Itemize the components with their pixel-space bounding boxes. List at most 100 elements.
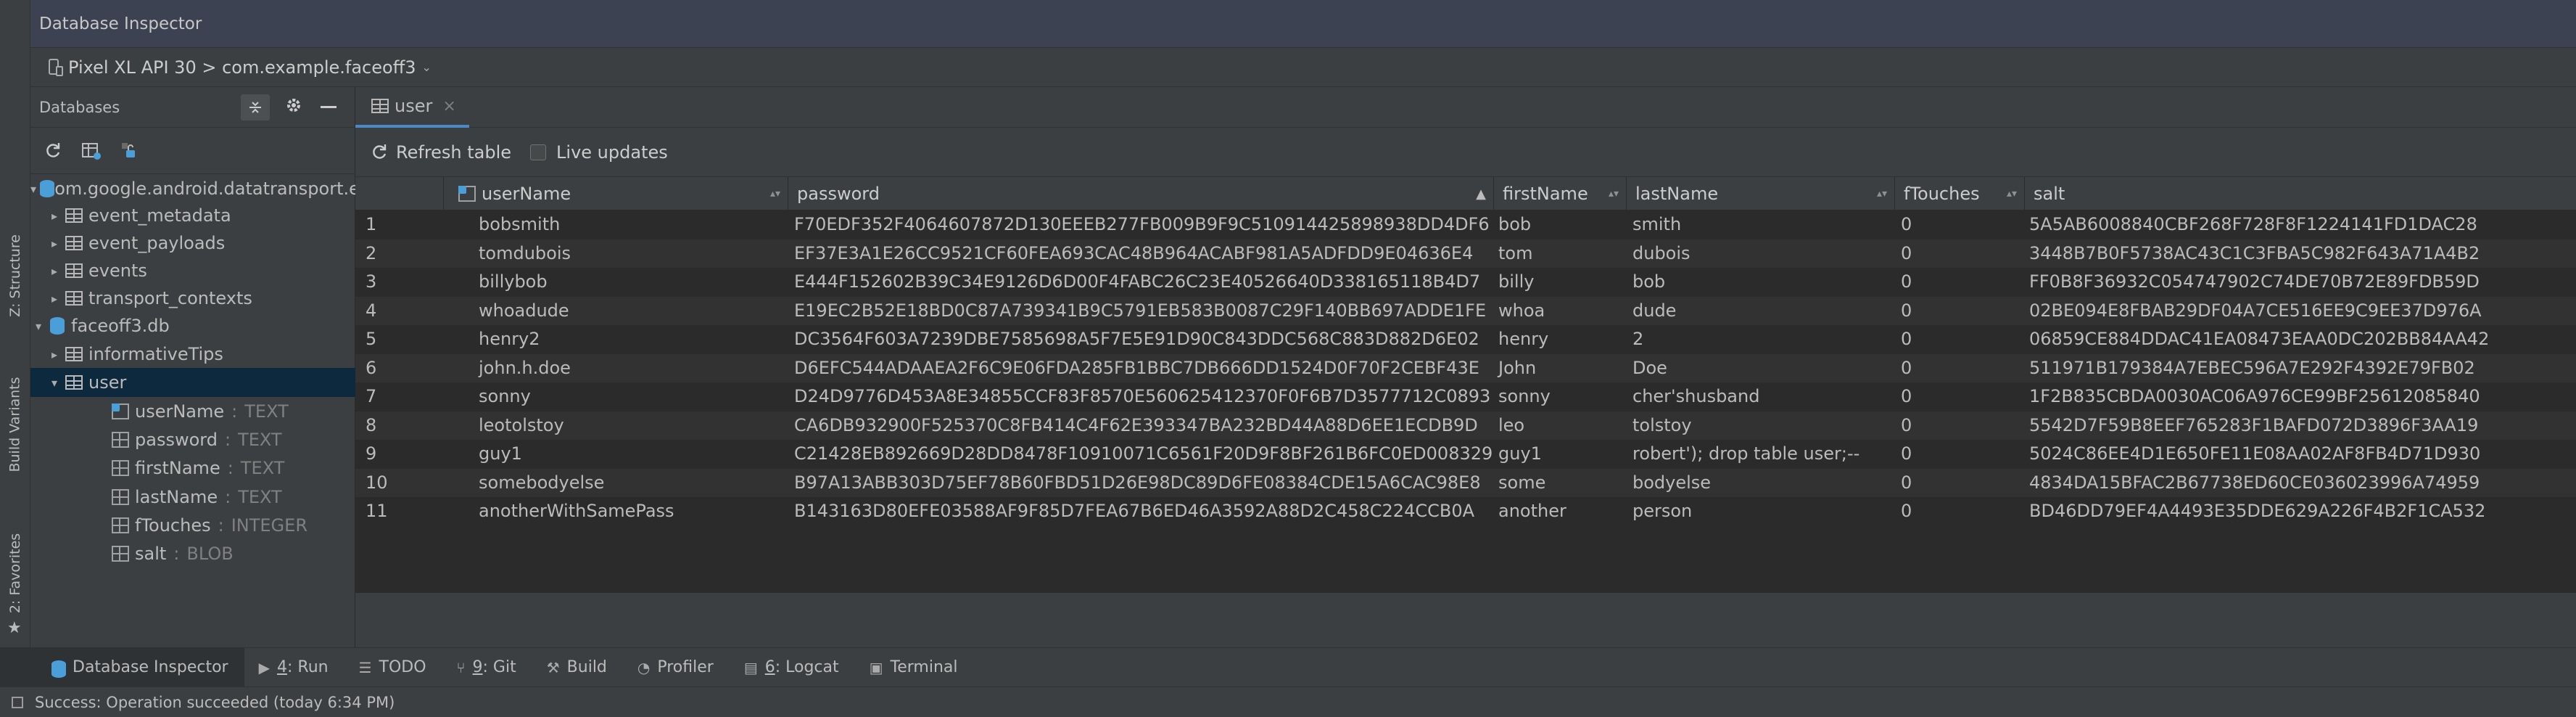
live-updates-checkbox[interactable] [530, 144, 547, 160]
table-row[interactable]: 9 guy1 C21428EB892669D28DD8478F10910071C65… [355, 440, 2576, 469]
password-cell[interactable]: E444F152602B39C34E9126D6D00F4FABC26C23E4… [788, 268, 1494, 297]
username-cell[interactable]: billybob [444, 268, 788, 297]
tree-table-informativetips[interactable]: ▸ informativeTips [30, 340, 355, 369]
ftouches-cell[interactable]: 0 [1895, 297, 2025, 326]
salt-cell[interactable]: 5A5AB6008840CBF268F728F8F1224141FD1DAC28 [2025, 210, 2576, 239]
table-row[interactable]: 11 anotherWithSamePass B143163D80EFE03588A… [355, 497, 2576, 526]
row-number-cell[interactable]: 3 [355, 268, 444, 297]
lastname-cell[interactable]: dude [1627, 297, 1895, 326]
ftouches-cell[interactable]: 0 [1895, 210, 2025, 239]
row-number-cell[interactable]: 9 [355, 440, 444, 469]
gear-button[interactable] [284, 96, 303, 118]
row-number-cell[interactable]: 11 [355, 497, 444, 526]
tab-user[interactable]: user × [355, 87, 469, 128]
firstname-cell[interactable]: John [1494, 354, 1627, 383]
structure-tool-tab[interactable]: Z: Structure [0, 218, 30, 334]
firstname-cell[interactable]: bob [1494, 210, 1627, 239]
refresh-table-button[interactable]: Refresh table [370, 142, 511, 163]
lastname-cell[interactable]: smith [1627, 210, 1895, 239]
firstname-cell[interactable]: whoa [1494, 297, 1627, 326]
tool-tab-terminal[interactable]: ▣ Terminal [855, 648, 974, 687]
tool-tab-run[interactable]: ▶ 4: Run [244, 648, 344, 687]
salt-cell[interactable]: 1F2B835CBDA0030AC06A976CE99BF25612085840 [2025, 382, 2576, 411]
username-cell[interactable]: whoadude [444, 297, 788, 326]
build-variants-tool-tab[interactable]: Build Variants [0, 363, 30, 486]
salt-cell[interactable]: 5024C86EE4D1E650FE11E08AA02AF8FB4D71D930 [2025, 440, 2576, 469]
salt-cell[interactable]: 02BE094E8FBAB29DF04A7CE516EE9C9EE37D976A [2025, 297, 2576, 326]
firstname-cell[interactable]: guy1 [1494, 440, 1627, 469]
minimize-icon[interactable] [321, 106, 337, 108]
sort-icon[interactable]: ▴▾ [1609, 188, 1619, 200]
row-number-cell[interactable]: 1 [355, 210, 444, 239]
password-cell[interactable]: F70EDF352F4064607872D130EEEB277FB009B9F9… [788, 210, 1494, 239]
column-header-salt[interactable]: salt [2025, 177, 2576, 210]
tool-tab-logcat[interactable]: ▤ 6: Logcat [730, 648, 855, 687]
tree-column-password[interactable]: password: TEXT [30, 425, 355, 454]
column-header-firstname[interactable]: firstName ▴▾ [1494, 177, 1627, 210]
username-cell[interactable]: leotolstoy [444, 411, 788, 441]
sort-icon[interactable]: ▴▾ [1877, 188, 1887, 200]
tree-column-salt[interactable]: salt: BLOB [30, 539, 355, 568]
tool-tab-git[interactable]: ⑂ 9: Git [442, 648, 532, 687]
row-number-cell[interactable]: 4 [355, 297, 444, 326]
password-cell[interactable]: CA6DB932900F525370C8FB414C4F62E393347BA2… [788, 411, 1494, 441]
column-header-ftouches[interactable]: fTouches ▴▾ [1895, 177, 2025, 210]
tool-tab-todo[interactable]: ☰ TODO [344, 648, 442, 687]
close-icon[interactable]: × [442, 97, 455, 115]
username-cell[interactable]: guy1 [444, 440, 788, 469]
password-cell[interactable]: B97A13ABB303D75EF78B60FBD51D26E98DC89D6F… [788, 469, 1494, 498]
salt-cell[interactable]: 06859CE884DDAC41EA08473EAA0DC202BB84AA42 [2025, 325, 2576, 354]
row-number-cell[interactable]: 5 [355, 325, 444, 354]
username-cell[interactable]: sonny [444, 382, 788, 411]
username-cell[interactable]: tomdubois [444, 239, 788, 269]
tree-db-faceoff3[interactable]: ▾ faceoff3.db [30, 311, 355, 340]
tree-table-transport-contexts[interactable]: ▸ transport_contexts [30, 284, 355, 313]
sort-icon[interactable]: ▴▾ [770, 188, 780, 200]
row-number-cell[interactable]: 10 [355, 469, 444, 498]
row-number-cell[interactable]: 6 [355, 354, 444, 383]
live-updates-toggle[interactable]: Live updates [530, 142, 668, 163]
tree-db-datatransport[interactable]: ▾ com.google.android.datatransport.events [30, 174, 355, 203]
table-row[interactable]: 7 sonny D24D9776D453A8E34855CCF83F8570E560… [355, 382, 2576, 411]
table-row[interactable]: 8 leotolstoy CA6DB932900F525370C8FB414C4F6… [355, 411, 2576, 441]
tree-column-ftouches[interactable]: fTouches: INTEGER [30, 511, 355, 540]
run-query-icon[interactable] [81, 142, 102, 160]
keep-connection-icon[interactable] [120, 142, 139, 160]
username-cell[interactable]: anotherWithSamePass [444, 497, 788, 526]
ftouches-cell[interactable]: 0 [1895, 469, 2025, 498]
ftouches-cell[interactable]: 0 [1895, 411, 2025, 441]
tree-table-user[interactable]: ▾ user [30, 368, 355, 397]
sort-icon[interactable]: ▴▾ [2007, 188, 2017, 200]
tree-table-event-metadata[interactable]: ▸ event_metadata [30, 201, 355, 230]
salt-cell[interactable]: FF0B8F36932C054747902C74DE70B72E89FDB59D [2025, 268, 2576, 297]
ftouches-cell[interactable]: 0 [1895, 354, 2025, 383]
lastname-cell[interactable]: person [1627, 497, 1895, 526]
firstname-cell[interactable]: tom [1494, 239, 1627, 269]
device-selector[interactable]: Pixel XL API 30 > com.example.faceoff3 ⌄ [30, 48, 2576, 87]
password-cell[interactable]: DC3564F603A7239DBE7585698A5F7E5E91D90C84… [788, 325, 1494, 354]
collapse-all-button[interactable] [241, 94, 270, 120]
salt-cell[interactable]: BD46DD79EF4A4493E35DDE629A226F4B2F1CA532 [2025, 497, 2576, 526]
password-cell[interactable]: B143163D80EFE03588AF9F85D7FEA67B6ED46A35… [788, 497, 1494, 526]
ftouches-cell[interactable]: 0 [1895, 268, 2025, 297]
lastname-cell[interactable]: dubois [1627, 239, 1895, 269]
firstname-cell[interactable]: henry [1494, 325, 1627, 354]
password-cell[interactable]: E19EC2B52E18BD0C87A739341B9C5791EB583B00… [788, 297, 1494, 326]
column-header-lastname[interactable]: lastName ▴▾ [1627, 177, 1895, 210]
favorites-tool-tab[interactable]: 2: Favorites [0, 515, 30, 631]
tree-column-firstname[interactable]: firstName: TEXT [30, 454, 355, 483]
tree-table-events[interactable]: ▸ events [30, 256, 355, 285]
tool-tab-profiler[interactable]: ◔ Profiler [623, 648, 730, 687]
username-cell[interactable]: henry2 [444, 325, 788, 354]
password-cell[interactable]: EF37E3A1E26CC9521CF60FEA693CAC48B964ACAB… [788, 239, 1494, 269]
sort-ascending-icon[interactable]: ▲ [1476, 187, 1486, 202]
table-row[interactable]: 10 somebodyelse B97A13ABB303D75EF78B60FBD5… [355, 468, 2576, 498]
salt-cell[interactable]: 511971B179384A7EBEC596A7E292F4392E79FB02 [2025, 354, 2576, 383]
ftouches-cell[interactable]: 0 [1895, 440, 2025, 469]
firstname-cell[interactable]: another [1494, 497, 1627, 526]
tree-column-username[interactable]: userName: TEXT [30, 397, 355, 426]
table-row[interactable]: 6 john.h.doe D6EFC544ADAAEA2F6C9E06FDA285F… [355, 353, 2576, 383]
salt-cell[interactable]: 4834DA15BFAC2B67738ED60CE036023996A74959 [2025, 469, 2576, 498]
lastname-cell[interactable]: bodyelse [1627, 469, 1895, 498]
lastname-cell[interactable]: cher'shusband [1627, 382, 1895, 411]
